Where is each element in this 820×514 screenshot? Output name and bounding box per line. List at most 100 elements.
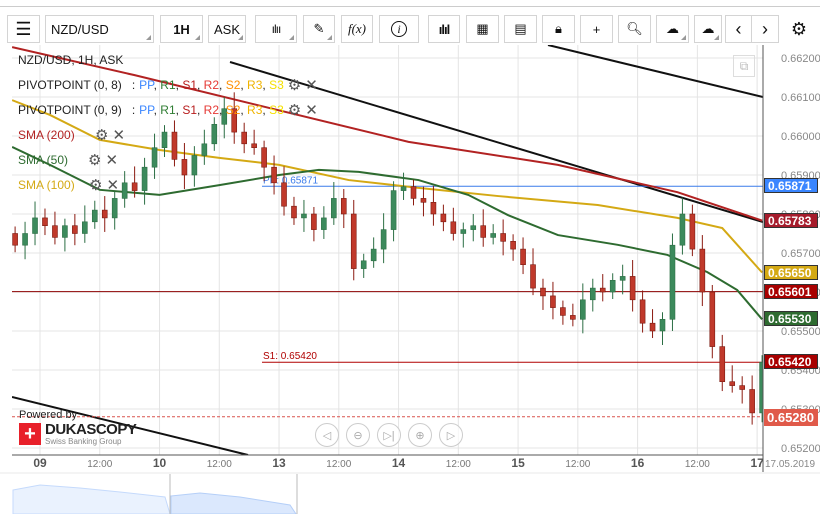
candle-body (440, 213, 447, 223)
candle-body (360, 260, 367, 269)
pivot-name[interactable]: PIVOTPOINT (0, 8) (18, 78, 122, 92)
x-tick-label: 16 (631, 456, 645, 470)
candle (589, 278, 596, 312)
candle-body (470, 225, 477, 230)
candle (679, 197, 686, 255)
pivot-component: R1 (160, 103, 176, 117)
candle-body (311, 213, 317, 230)
pivot-component: R3 (247, 78, 263, 92)
close-icon[interactable]: ✕ (305, 101, 318, 119)
candle (530, 248, 536, 296)
candle (669, 233, 676, 331)
candle (410, 179, 417, 206)
candle (22, 221, 28, 260)
close-icon[interactable]: ✕ (305, 76, 318, 94)
gear-icon[interactable]: ⚙ (88, 151, 101, 169)
price-label: 0.65530 (764, 311, 818, 327)
gear-icon[interactable]: ⚙ (95, 126, 108, 144)
candle-body (281, 182, 287, 207)
pivot-separator: : (131, 78, 136, 92)
candle (639, 290, 646, 333)
candle (211, 117, 218, 151)
pivot-components: PP, R1, S1, R2, S2, R3, S3 (139, 103, 284, 117)
candle (161, 125, 168, 158)
candle-body (211, 124, 218, 145)
pivot-name[interactable]: PIVOTPOINT (0, 9) (18, 103, 122, 117)
scroll-left-button[interactable]: ◁ (315, 423, 339, 447)
candle (580, 283, 586, 334)
candle (121, 171, 128, 208)
close-icon[interactable]: ✕ (105, 151, 118, 169)
y-tick-label: 0.65200 (781, 443, 820, 455)
sma-name[interactable]: SMA (200) (18, 128, 91, 142)
candle-body (400, 186, 407, 191)
candle-body (490, 233, 496, 238)
gear-icon[interactable]: ⚙ (288, 76, 301, 94)
candle (360, 253, 367, 278)
candle (440, 204, 447, 232)
x-tick-label: 12:00 (326, 459, 351, 470)
candle-body (500, 233, 506, 242)
pivot-component: PP (139, 78, 154, 92)
pivot-components: PP, R1, S1, R2, S2, R3, S3 (139, 78, 284, 92)
x-tick-label: 13 (272, 456, 286, 470)
candle-body (589, 287, 596, 301)
zoom-out-button[interactable]: ⊖ (346, 423, 370, 447)
candle (171, 120, 178, 167)
candle-body (430, 202, 437, 215)
candle (599, 274, 606, 302)
pivot-component: R3 (247, 103, 263, 117)
candle (181, 143, 188, 190)
y-tick-label: 0.66000 (781, 131, 820, 143)
pivot-component: PP (139, 103, 154, 117)
scroll-right-button[interactable]: ▷ (439, 423, 463, 447)
candle (151, 133, 158, 179)
sma-name[interactable]: SMA (100) (18, 178, 85, 192)
candle-body (560, 307, 566, 316)
candle (619, 264, 626, 295)
chart-title-text: NZD/USD, 1H, ASK (18, 53, 124, 67)
swiss-flag-logo: + (19, 423, 41, 445)
candle-body (331, 198, 337, 219)
x-tick-label: 12:00 (685, 459, 710, 470)
close-icon[interactable]: ✕ (106, 176, 119, 194)
detach-button[interactable]: ⧉ (733, 55, 755, 77)
candle (420, 186, 427, 217)
candle-body (91, 209, 98, 223)
candle-body (719, 346, 726, 383)
close-icon[interactable]: ✕ (112, 126, 125, 144)
candle-body (72, 225, 78, 234)
candle (12, 226, 18, 253)
candle (560, 300, 566, 325)
x-tick-label: 15 (511, 456, 525, 470)
candle (709, 284, 716, 359)
candle-body (520, 248, 526, 266)
pivot-component: R1 (160, 78, 176, 92)
candle (91, 200, 98, 229)
candle-body (380, 229, 387, 250)
candle (470, 214, 477, 242)
candle (649, 309, 656, 339)
candle-body (669, 244, 676, 320)
candle (520, 237, 526, 275)
candle (609, 273, 616, 300)
sma-name[interactable]: SMA (50) (18, 153, 84, 167)
sma-legend-row: SMA (200) ⚙ ✕ (18, 126, 125, 144)
go-to-end-button[interactable]: ▷| (377, 423, 401, 447)
candle-body (530, 264, 536, 289)
candle (729, 365, 736, 393)
candle (380, 213, 387, 264)
price-label: 0.65871 (764, 178, 818, 194)
gear-icon[interactable]: ⚙ (288, 101, 301, 119)
candle (550, 281, 556, 320)
zoom-in-button[interactable]: ⊕ (408, 423, 432, 447)
pivot-component: S2 (225, 78, 241, 92)
candle (370, 237, 377, 268)
candle-body (679, 213, 686, 246)
gear-icon[interactable]: ⚙ (89, 176, 102, 194)
candle (480, 209, 487, 247)
candle-body (22, 233, 28, 246)
candle-body (291, 205, 297, 219)
candle-body (460, 229, 467, 234)
sma-legend-row: SMA (100) ⚙ ✕ (18, 176, 119, 194)
